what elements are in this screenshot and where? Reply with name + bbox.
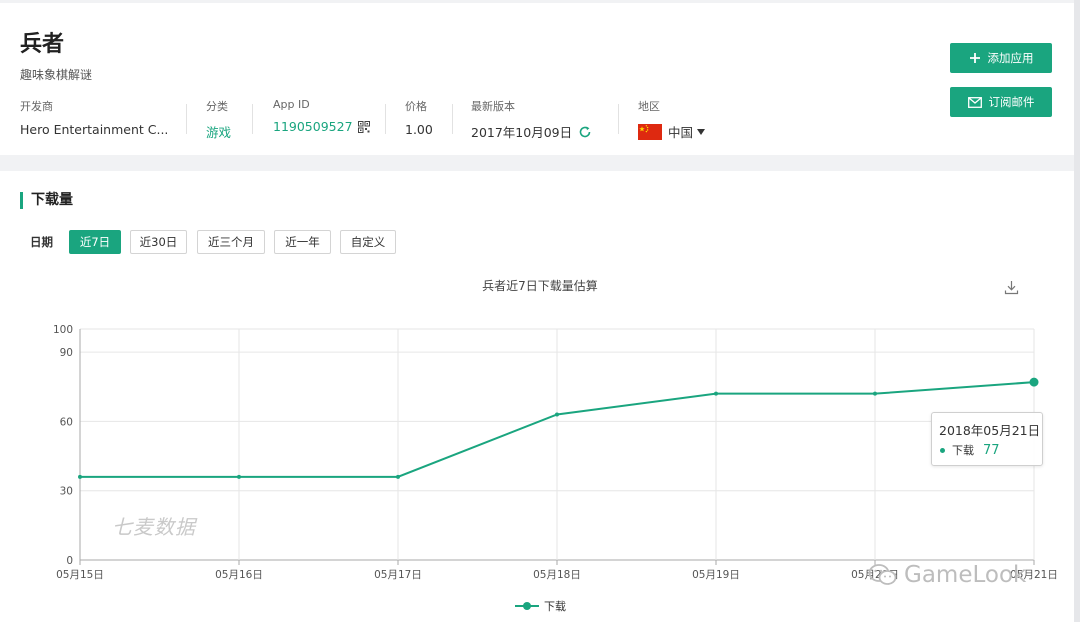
y-tick-label: 0 [66, 555, 73, 567]
legend-series-name: 下载 [544, 600, 566, 613]
data-point [237, 474, 241, 479]
x-tick-label: 05月17日 [374, 569, 422, 581]
tooltip-date: 2018年05月21日 [939, 423, 1041, 438]
data-point [555, 412, 559, 417]
x-tick-label: 05月15日 [56, 569, 104, 581]
x-tick-label: 05月16日 [215, 569, 263, 581]
data-point [78, 474, 82, 479]
data-point [396, 474, 400, 479]
qimai-watermark: 七麦数据 [112, 515, 196, 539]
x-tick-label: 05月19日 [692, 569, 740, 581]
tooltip-series-dot [940, 447, 945, 453]
data-point [873, 391, 877, 396]
y-tick-label: 90 [60, 347, 73, 359]
y-tick-label: 60 [60, 416, 73, 428]
gamelook-text: GameLook [904, 562, 1027, 588]
x-tick-label: 05月18日 [533, 569, 581, 581]
legend-line-icon [515, 602, 539, 610]
data-point [1029, 377, 1039, 387]
y-tick-label: 30 [60, 486, 73, 498]
wechat-icon [868, 563, 898, 587]
chart-legend[interactable]: 下载 [515, 598, 566, 614]
y-tick-label: 100 [53, 324, 73, 336]
data-point [714, 391, 718, 396]
chart-tooltip: 2018年05月21日 下载 77 [931, 412, 1043, 466]
tooltip-row: 下载 77 [940, 442, 1000, 458]
tooltip-series-name: 下载 [952, 444, 974, 457]
gamelook-watermark: GameLook [868, 562, 1026, 588]
tooltip-value: 77 [983, 442, 1000, 458]
